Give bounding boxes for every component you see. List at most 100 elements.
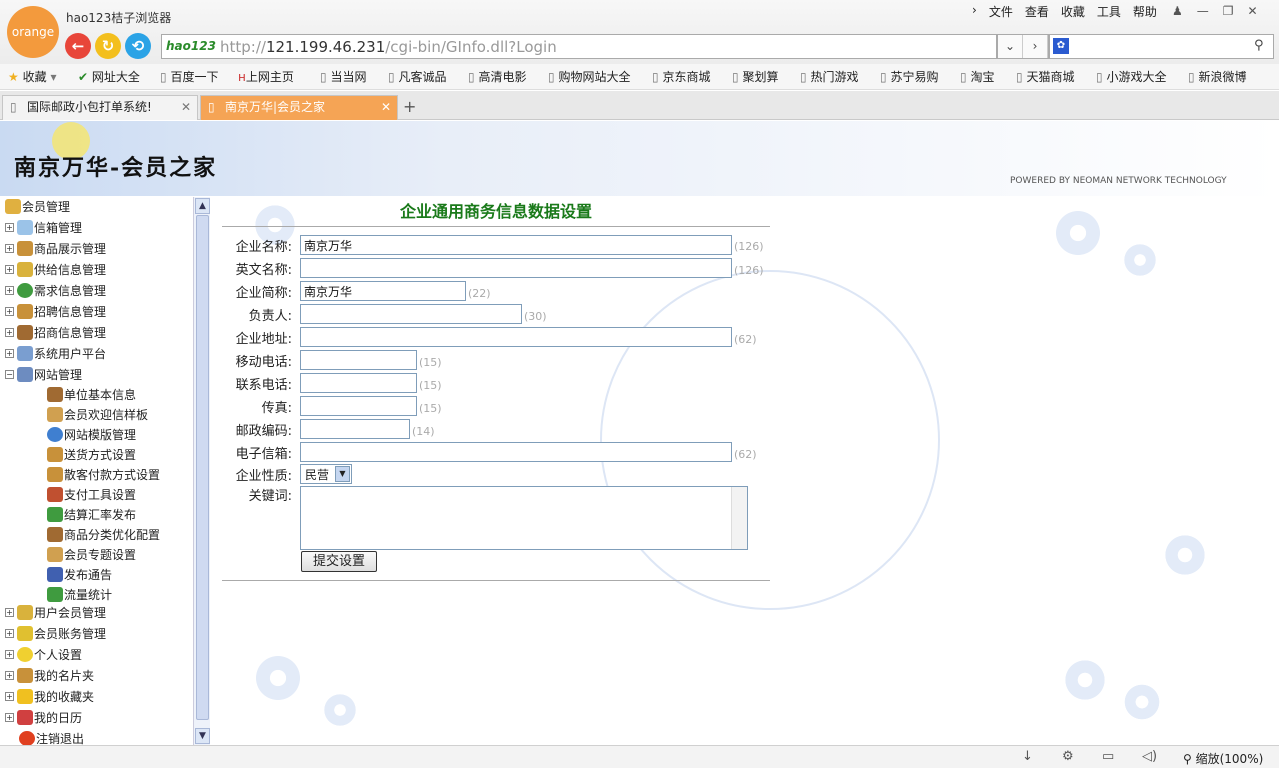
search-input[interactable] bbox=[1049, 34, 1274, 59]
expand-icon[interactable]: + bbox=[5, 327, 14, 337]
tree-item-favorites[interactable]: + 我的收藏夹 bbox=[5, 686, 94, 706]
tree-item-accounts[interactable]: + 会员账务管理 bbox=[5, 623, 106, 643]
tree-item-personal[interactable]: + 个人设置 bbox=[5, 644, 82, 664]
tree-child-company-info[interactable]: 单位基本信息 bbox=[47, 384, 136, 404]
tree-item-user-members[interactable]: + 用户会员管理 bbox=[5, 602, 106, 622]
tree-item-investment[interactable]: + 招商信息管理 bbox=[5, 322, 106, 342]
expand-icon[interactable]: + bbox=[5, 348, 14, 358]
bookmark-item[interactable]: ʜ上网主页 bbox=[238, 68, 294, 85]
scroll-thumb[interactable] bbox=[196, 215, 209, 720]
nature-select[interactable]: 民营 ▼ bbox=[300, 464, 352, 484]
english-name-input[interactable] bbox=[300, 258, 732, 278]
bookmark-item[interactable]: ▯ 聚划算 bbox=[732, 68, 778, 85]
bookmark-item[interactable]: ▯ 淘宝 bbox=[960, 68, 994, 85]
mobile-input[interactable] bbox=[300, 350, 417, 370]
zoom-indicator[interactable]: ⚲ 缩放(100%) bbox=[1183, 750, 1263, 767]
bookmark-item[interactable]: ▯ 百度一下 bbox=[160, 68, 218, 85]
bookmark-item[interactable]: ▯ 热门游戏 bbox=[800, 68, 858, 85]
go-icon[interactable]: › bbox=[1023, 35, 1048, 58]
expand-icon[interactable]: + bbox=[5, 712, 14, 722]
browser-logo[interactable]: orange bbox=[7, 6, 59, 58]
expand-icon[interactable]: + bbox=[5, 628, 14, 638]
tree-item-logout[interactable]: 注销退出 bbox=[19, 728, 84, 745]
scroll-down-icon[interactable]: ▼ bbox=[195, 728, 210, 744]
tree-item-recruit[interactable]: + 招聘信息管理 bbox=[5, 301, 106, 321]
shirt-icon[interactable]: ♟ bbox=[1172, 4, 1183, 18]
expand-icon[interactable]: + bbox=[5, 670, 14, 680]
bookmark-favorites[interactable]: ★ 收藏 ▾ bbox=[8, 68, 56, 85]
menu-favorites[interactable]: 收藏 bbox=[1061, 3, 1085, 21]
bookmark-item[interactable]: ✔ 网址大全 bbox=[78, 68, 140, 85]
search-icon[interactable]: ⚲ bbox=[1254, 38, 1264, 53]
menu-view[interactable]: 查看 bbox=[1025, 3, 1049, 21]
tab-member-home[interactable]: ▯ 南京万华|会员之家 ✕ bbox=[200, 95, 398, 120]
home-button[interactable]: ⟲ bbox=[125, 33, 151, 59]
close-icon[interactable]: ✕ bbox=[381, 96, 391, 118]
expand-icon[interactable]: + bbox=[5, 649, 14, 659]
window-icon[interactable]: ▭ bbox=[1102, 749, 1114, 764]
fax-input[interactable] bbox=[300, 396, 417, 416]
scroll-up-icon[interactable]: ▲ bbox=[195, 198, 210, 214]
tree-item-supply[interactable]: + 供给信息管理 bbox=[5, 259, 106, 279]
bookmark-item[interactable]: ▯ 高清电影 bbox=[468, 68, 526, 85]
refresh-button[interactable]: ↻ bbox=[95, 33, 121, 59]
baidu-paw-icon[interactable]: ✿ bbox=[1053, 38, 1069, 54]
back-button[interactable]: ← bbox=[65, 33, 91, 59]
postcode-input[interactable] bbox=[300, 419, 410, 439]
collapse-icon[interactable]: − bbox=[5, 369, 14, 379]
bookmark-item[interactable]: ▯ 小游戏大全 bbox=[1096, 68, 1166, 85]
bookmark-item[interactable]: ▯ 天猫商城 bbox=[1016, 68, 1074, 85]
url-text[interactable]: http://121.199.46.231/cgi-bin/GInfo.dll?… bbox=[220, 38, 557, 56]
chevron-down-icon[interactable]: ⌄ bbox=[998, 35, 1023, 58]
expand-icon[interactable]: + bbox=[5, 243, 14, 253]
tree-child-traffic-stats[interactable]: 流量统计 bbox=[47, 584, 112, 604]
tree-item-website[interactable]: − 网站管理 bbox=[5, 364, 82, 384]
keywords-textarea[interactable] bbox=[300, 486, 748, 550]
tree-child-templates[interactable]: 网站模版管理 bbox=[47, 424, 136, 444]
tree-child-payment-methods[interactable]: 散客付款方式设置 bbox=[47, 464, 160, 484]
tree-root[interactable]: 会员管理 bbox=[5, 196, 70, 216]
expand-icon[interactable]: + bbox=[5, 285, 14, 295]
expand-icon[interactable]: + bbox=[5, 264, 14, 274]
tree-child-category-config[interactable]: 商品分类优化配置 bbox=[47, 524, 160, 544]
address-input[interactable] bbox=[300, 327, 732, 347]
tree-item-mailbox[interactable]: + 信箱管理 bbox=[5, 217, 82, 237]
tree-child-welcome-letter[interactable]: 会员欢迎信样板 bbox=[47, 404, 148, 424]
expand-icon[interactable]: + bbox=[5, 607, 14, 617]
download-icon[interactable]: ↓ bbox=[1022, 749, 1033, 764]
maximize-button[interactable]: ❐ bbox=[1223, 4, 1234, 18]
menu-file[interactable]: 文件 bbox=[989, 3, 1013, 21]
speaker-icon[interactable]: ◁) bbox=[1142, 749, 1157, 764]
tree-child-topics[interactable]: 会员专题设置 bbox=[47, 544, 136, 564]
textarea-scrollbar[interactable] bbox=[731, 487, 747, 549]
tree-item-products[interactable]: + 商品展示管理 bbox=[5, 238, 106, 258]
bookmark-item[interactable]: ▯ 凡客诚品 bbox=[388, 68, 446, 85]
menu-help[interactable]: 帮助 bbox=[1133, 3, 1157, 21]
tree-item-cards[interactable]: + 我的名片夹 bbox=[5, 665, 94, 685]
contact-person-input[interactable] bbox=[300, 304, 522, 324]
bookmark-item[interactable]: ▯ 苏宁易购 bbox=[880, 68, 938, 85]
tree-item-demand[interactable]: + 需求信息管理 bbox=[5, 280, 106, 300]
short-name-input[interactable] bbox=[300, 281, 466, 301]
gear-icon[interactable]: ⚙ bbox=[1062, 749, 1074, 764]
tree-item-system-users[interactable]: + 系统用户平台 bbox=[5, 343, 106, 363]
expand-icon[interactable]: + bbox=[5, 691, 14, 701]
chevron-down-icon[interactable]: ▼ bbox=[335, 466, 350, 482]
close-icon[interactable]: ✕ bbox=[181, 96, 191, 118]
tree-child-payment-tools[interactable]: 支付工具设置 bbox=[47, 484, 136, 504]
bookmark-item[interactable]: ▯ 京东商城 bbox=[652, 68, 710, 85]
phone-input[interactable] bbox=[300, 373, 417, 393]
tree-item-calendar[interactable]: + 我的日历 bbox=[5, 707, 82, 727]
expand-icon[interactable]: + bbox=[5, 222, 14, 232]
new-tab-button[interactable]: + bbox=[403, 97, 416, 116]
tree-scrollbar[interactable]: ▲ ▼ bbox=[193, 197, 210, 745]
tab-postal[interactable]: ▯ 国际邮政小包打单系统! ✕ bbox=[2, 95, 198, 120]
minimize-button[interactable]: — bbox=[1197, 4, 1209, 18]
menu-tools[interactable]: 工具 bbox=[1097, 3, 1121, 21]
menu-back-icon[interactable]: › bbox=[972, 3, 977, 21]
close-button[interactable]: ✕ bbox=[1248, 4, 1258, 18]
company-name-input[interactable] bbox=[300, 235, 732, 255]
email-input[interactable] bbox=[300, 442, 732, 462]
bookmark-item[interactable]: ▯ 购物网站大全 bbox=[548, 68, 630, 85]
bookmark-item[interactable]: ▯ 新浪微博 bbox=[1188, 68, 1246, 85]
